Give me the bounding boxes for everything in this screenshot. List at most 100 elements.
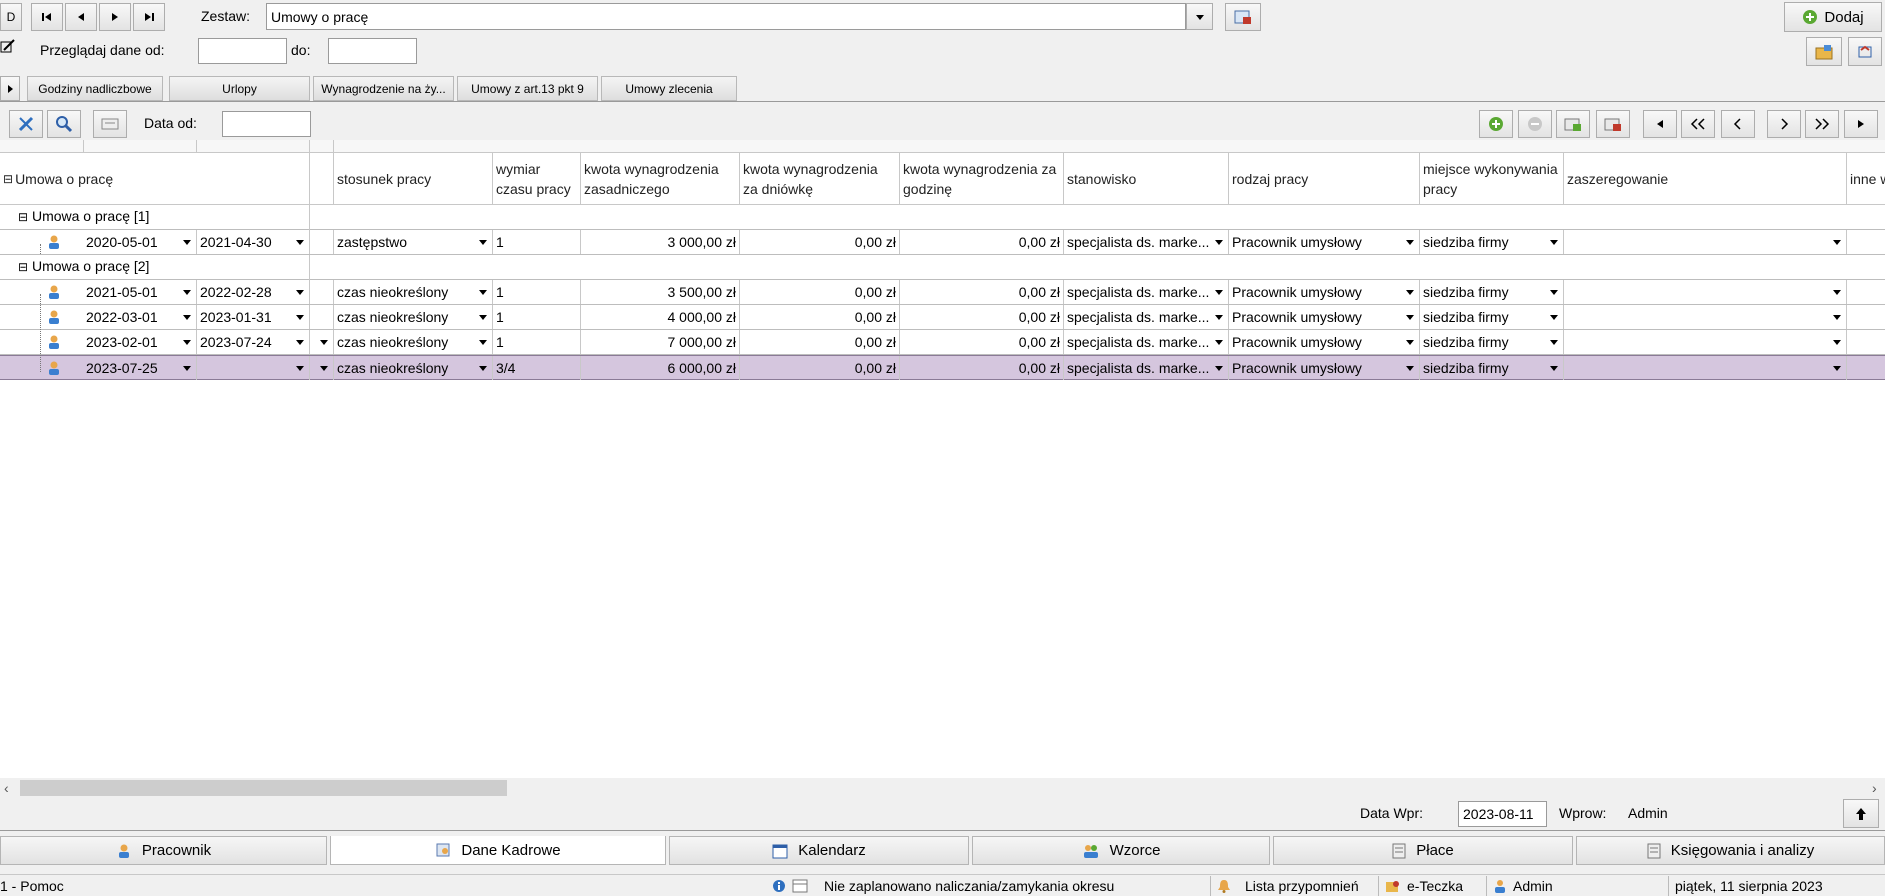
cell-to[interactable]: 2023-07-24 bbox=[197, 330, 310, 354]
collapse-root-icon[interactable]: ⊟ bbox=[3, 169, 13, 189]
cell-to[interactable]: 2023-01-31 bbox=[197, 305, 310, 329]
settings-button[interactable] bbox=[9, 110, 43, 138]
cell-rodzaj[interactable]: Pracownik umysłowy bbox=[1229, 280, 1420, 304]
cell-from[interactable]: 2022-03-01 bbox=[83, 305, 197, 329]
grid-first-page-button[interactable] bbox=[1681, 110, 1715, 138]
add-row-button[interactable] bbox=[1479, 110, 1513, 138]
bottom-tab-pracownik[interactable]: Pracownik bbox=[0, 836, 327, 865]
cell-miejsce[interactable]: siedziba firmy bbox=[1420, 330, 1564, 354]
folder-button[interactable] bbox=[1806, 37, 1842, 66]
nav-last-button[interactable] bbox=[133, 3, 165, 31]
bottom-tab-wzorce[interactable]: Wzorce bbox=[972, 836, 1270, 865]
cell-wymiar[interactable]: 1 bbox=[493, 305, 581, 329]
table-row[interactable]: 2022-03-01 2023-01-31 czas nieokreślony … bbox=[0, 305, 1885, 330]
keyboard-button[interactable] bbox=[93, 110, 127, 138]
scroll-thumb[interactable] bbox=[20, 780, 507, 796]
cell-rodzaj[interactable]: Pracownik umysłowy bbox=[1229, 305, 1420, 329]
cell-zasadnicze[interactable]: 6 000,00 zł bbox=[581, 356, 740, 380]
cell-to[interactable]: 2022-02-28 bbox=[197, 280, 310, 304]
cell-zaszeregowanie[interactable] bbox=[1564, 280, 1847, 304]
cell-zaszeregowanie[interactable] bbox=[1564, 305, 1847, 329]
cell-from[interactable]: 2023-07-25 bbox=[83, 356, 197, 380]
upload-button[interactable] bbox=[1843, 799, 1879, 828]
col-godzina[interactable]: kwota wynagrodzenia za godzinę bbox=[900, 153, 1064, 205]
cell-from[interactable]: 2023-02-01 bbox=[83, 330, 197, 354]
nav-d-button[interactable]: D bbox=[0, 3, 22, 31]
cell-stanowisko[interactable]: specjalista ds. marke... bbox=[1064, 280, 1229, 304]
cell-dniowka[interactable]: 0,00 zł bbox=[740, 305, 900, 329]
cell-zasadnicze[interactable]: 7 000,00 zł bbox=[581, 330, 740, 354]
col-stosunek[interactable]: stosunek pracy bbox=[334, 153, 493, 205]
status-eteczka[interactable]: e-Teczka bbox=[1378, 876, 1483, 896]
cell-zaszeregowanie[interactable] bbox=[1564, 230, 1847, 254]
cell-godzina[interactable]: 0,00 zł bbox=[900, 230, 1064, 254]
tab-urlopy[interactable]: Urlopy bbox=[169, 76, 310, 101]
grid-prev-page-button[interactable] bbox=[1721, 110, 1755, 138]
table-row[interactable]: 2021-05-01 2022-02-28 czas nieokreślony … bbox=[0, 280, 1885, 305]
grid-last-page-button[interactable] bbox=[1805, 110, 1839, 138]
col-zasadnicze[interactable]: kwota wynagrodzenia zasadniczego bbox=[581, 153, 740, 205]
cell-zaszeregowanie[interactable] bbox=[1564, 356, 1847, 380]
data-od-input[interactable] bbox=[222, 111, 311, 137]
col-rodzaj[interactable]: rodzaj pracy bbox=[1229, 153, 1420, 205]
tab-godziny[interactable]: Godziny nadliczbowe bbox=[27, 76, 163, 101]
cell-godzina[interactable]: 0,00 zł bbox=[900, 305, 1064, 329]
table-row[interactable]: 2020-05-01 2021-04-30 zastępstwo 1 3 000… bbox=[0, 230, 1885, 255]
cell-stanowisko[interactable]: specjalista ds. marke... bbox=[1064, 330, 1229, 354]
table-row-selected[interactable]: 2023-07-25 czas nieokreślony 3/4 6 000,0… bbox=[0, 355, 1885, 380]
nav-first-button[interactable] bbox=[31, 3, 63, 31]
col-wymiar[interactable]: wymiar czasu pracy bbox=[493, 153, 581, 205]
col-inne[interactable]: inne w bbox=[1847, 153, 1885, 205]
group-row-1[interactable]: ⊟ Umowa o pracę [1] bbox=[0, 205, 1885, 230]
status-period[interactable]: Nie zaplanowano naliczania/zamykania okr… bbox=[766, 876, 1206, 896]
grid-prev-button[interactable] bbox=[1643, 110, 1677, 138]
bottom-tab-place[interactable]: Płace bbox=[1273, 836, 1573, 865]
search-button[interactable] bbox=[47, 110, 81, 138]
cell-dniowka[interactable]: 0,00 zł bbox=[740, 356, 900, 380]
cell-miejsce[interactable]: siedziba firmy bbox=[1420, 230, 1564, 254]
zestaw-config-button[interactable] bbox=[1225, 3, 1261, 31]
col-stanowisko[interactable]: stanowisko bbox=[1064, 153, 1229, 205]
cell-godzina[interactable]: 0,00 zł bbox=[900, 356, 1064, 380]
tab-umowy-art13[interactable]: Umowy z art.13 pkt 9 bbox=[457, 76, 598, 101]
cell-miejsce[interactable]: siedziba firmy bbox=[1420, 305, 1564, 329]
cell-wymiar[interactable]: 3/4 bbox=[493, 356, 581, 380]
tab-wynagrodzenie[interactable]: Wynagrodzenie na ży... bbox=[313, 76, 454, 101]
cell-miejsce[interactable]: siedziba firmy bbox=[1420, 280, 1564, 304]
collapse-group-2-icon[interactable]: ⊟ bbox=[18, 260, 28, 274]
cell-rodzaj[interactable]: Pracownik umysłowy bbox=[1229, 356, 1420, 380]
cell-wymiar[interactable]: 1 bbox=[493, 230, 581, 254]
cell-from[interactable]: 2021-05-01 bbox=[83, 280, 197, 304]
cell-to[interactable] bbox=[197, 356, 310, 380]
cell-wymiar[interactable]: 1 bbox=[493, 280, 581, 304]
cell-stosunek[interactable]: czas nieokreślony bbox=[334, 356, 493, 380]
zestaw-dropdown-button[interactable] bbox=[1186, 3, 1213, 30]
cell-stanowisko[interactable]: specjalista ds. marke... bbox=[1064, 230, 1229, 254]
przegladaj-od-input[interactable] bbox=[198, 38, 287, 64]
bottom-tab-dane-kadrowe[interactable]: Dane Kadrowe bbox=[330, 836, 666, 865]
cell-to[interactable]: 2021-04-30 bbox=[197, 230, 310, 254]
add-button[interactable]: Dodaj bbox=[1784, 2, 1882, 32]
cell-wymiar[interactable]: 1 bbox=[493, 330, 581, 354]
nav-prev-button[interactable] bbox=[65, 3, 97, 31]
cell-zasadnicze[interactable]: 4 000,00 zł bbox=[581, 305, 740, 329]
cell-zaszeregowanie[interactable] bbox=[1564, 330, 1847, 354]
refresh-button[interactable] bbox=[1848, 37, 1882, 66]
col-dniowka[interactable]: kwota wynagrodzenia za dniówkę bbox=[740, 153, 900, 205]
cell-zasadnicze[interactable]: 3 500,00 zł bbox=[581, 280, 740, 304]
cell-godzina[interactable]: 0,00 zł bbox=[900, 330, 1064, 354]
scroll-right-arrow[interactable]: › bbox=[1872, 780, 1877, 796]
cell-dniowka[interactable]: 0,00 zł bbox=[740, 330, 900, 354]
cell-spacer[interactable] bbox=[310, 356, 334, 380]
cell-dniowka[interactable]: 0,00 zł bbox=[740, 280, 900, 304]
bottom-tab-kalendarz[interactable]: Kalendarz bbox=[669, 836, 969, 865]
import-button[interactable] bbox=[1556, 110, 1590, 138]
cell-stosunek[interactable]: czas nieokreślony bbox=[334, 305, 493, 329]
col-zaszeregowanie[interactable]: zaszeregowanie bbox=[1564, 153, 1847, 205]
cell-miejsce[interactable]: siedziba firmy bbox=[1420, 356, 1564, 380]
cell-rodzaj[interactable]: Pracownik umysłowy bbox=[1229, 230, 1420, 254]
bottom-tab-ksiegowania[interactable]: Księgowania i analizy bbox=[1576, 836, 1885, 865]
tab-umowy-zlecenia[interactable]: Umowy zlecenia bbox=[601, 76, 737, 101]
col-miejsce[interactable]: miejsce wykonywania pracy bbox=[1420, 153, 1564, 205]
cell-stosunek[interactable]: zastępstwo bbox=[334, 230, 493, 254]
